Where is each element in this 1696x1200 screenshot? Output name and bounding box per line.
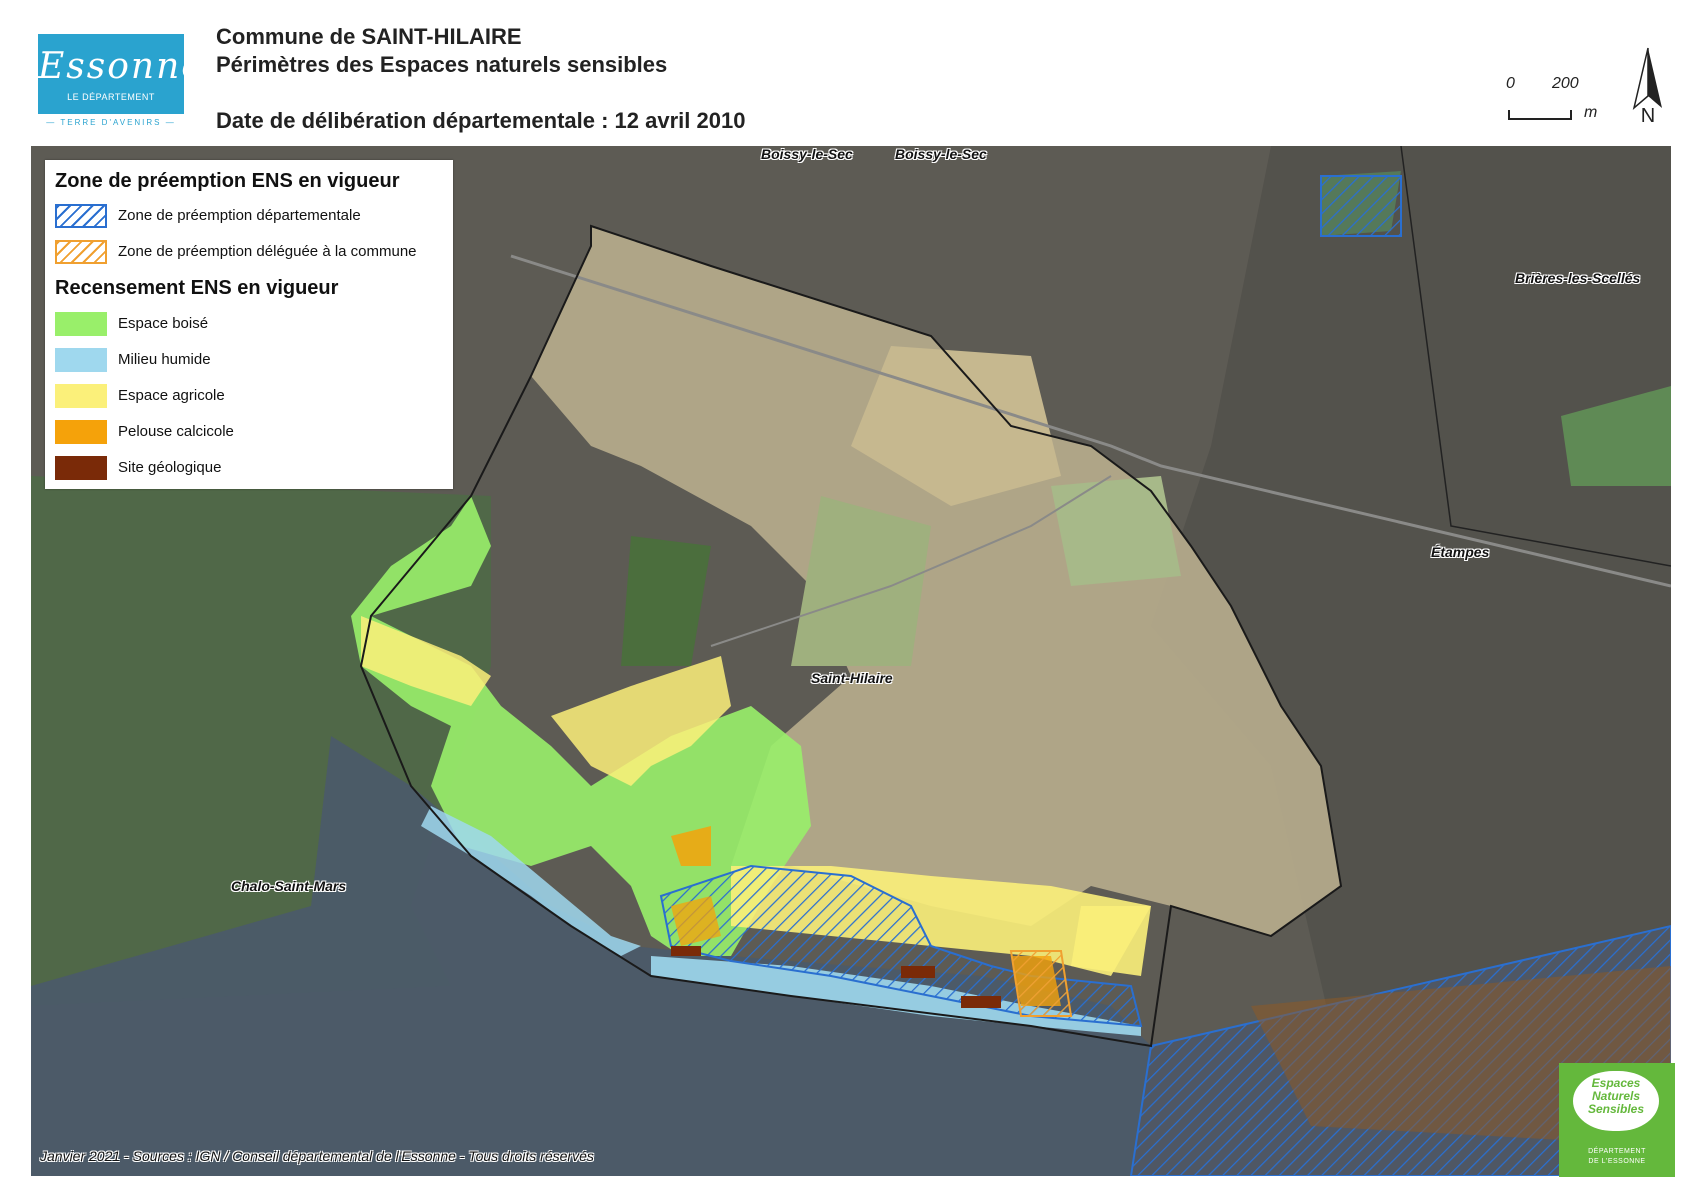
legend-label-milieu-humide: Milieu humide (118, 351, 211, 368)
scale-label-zero: 0 (1506, 75, 1515, 92)
place-boissy-le-sec-2: Boissy-le-Sec (895, 146, 987, 162)
legend-item-site-geologique: Site géologique (55, 456, 450, 482)
legend-swatch-pelouse-calcicole (55, 420, 107, 444)
legend-item-milieu-humide: Milieu humide (55, 348, 450, 374)
map-credits: Janvier 2021 - Sources : IGN / Conseil d… (40, 1148, 594, 1164)
legend-item-departmental-preemption: Zone de préemption départementale (55, 204, 450, 230)
ens-logo: Espaces Naturels Sensibles DÉPARTEMENT D… (1559, 1063, 1675, 1177)
place-brieres-les-scelles: Brières-les-Scellés (1515, 270, 1641, 286)
legend-swatch-milieu-humide (55, 348, 107, 372)
legend-item-espace-agricole: Espace agricole (55, 384, 450, 410)
legend-label-site-geologique: Site géologique (118, 459, 222, 476)
map-header: Essonne LE DÉPARTEMENT — TERRE D'AVENIRS… (0, 0, 1696, 145)
geological-site-3 (961, 996, 1001, 1008)
field-east-green (1051, 476, 1181, 586)
scale-label-200: 200 (1552, 75, 1579, 92)
map-legend: Zone de préemption ENS en vigueur Zone d… (45, 160, 453, 489)
geological-site-2 (901, 966, 935, 978)
deliberation-date: Date de délibération départementale : 12… (216, 108, 746, 133)
place-saint-hilaire: Saint-Hilaire (811, 670, 893, 686)
commune-title: Commune de SAINT-HILAIRE (216, 24, 522, 49)
legend-item-delegated-preemption: Zone de préemption déléguée à la commune (55, 240, 450, 266)
legend-swatch-espace-agricole (55, 384, 107, 408)
place-boissy-le-sec-1: Boissy-le-Sec (761, 146, 853, 162)
essonne-logo: Essonne LE DÉPARTEMENT (38, 34, 205, 114)
ens-logo-sub2: DE L'ESSONNE (1588, 1158, 1646, 1165)
north-label: N (1641, 105, 1655, 126)
ens-logo-text: Espaces Naturels Sensibles (1573, 1077, 1659, 1116)
legend-item-pelouse-calcicole: Pelouse calcicole (55, 420, 450, 446)
delegated-preemption-zone (1009, 950, 1073, 1017)
legend-swatch-site-geologique (55, 456, 107, 480)
agricultural-ens-east (1071, 906, 1151, 976)
scale-bar-line (1508, 110, 1572, 120)
legend-label-departmental: Zone de préemption départementale (118, 207, 361, 224)
legend-section1-title: Zone de préemption ENS en vigueur (55, 170, 400, 192)
legend-swatch-delegated (55, 240, 107, 264)
logo-tagline: — TERRE D'AVENIRS — (46, 118, 176, 127)
logo-subtitle: LE DÉPARTEMENT (67, 92, 155, 102)
north-arrow-icon: N (1628, 46, 1668, 127)
logo-script-text: Essonne (38, 46, 205, 87)
legend-label-espace-agricole: Espace agricole (118, 387, 225, 404)
legend-label-delegated: Zone de préemption déléguée à la commune (118, 243, 417, 260)
place-etampes: Étampes (1431, 544, 1490, 560)
north-east-preemption-zone (1320, 175, 1402, 237)
place-chalo-saint-mars: Chalo-Saint-Mars (231, 878, 347, 894)
ens-logo-line3: Sensibles (1587, 1102, 1645, 1116)
scale-unit: m (1584, 104, 1598, 121)
legend-swatch-espace-boise (55, 312, 107, 336)
legend-label-espace-boise: Espace boisé (118, 315, 209, 332)
map-subtitle: Périmètres des Espaces naturels sensible… (216, 52, 668, 77)
ens-logo-subtitle: DÉPARTEMENT DE L'ESSONNE (1559, 1147, 1675, 1167)
geological-site-1 (671, 946, 701, 956)
legend-item-espace-boise: Espace boisé (55, 312, 450, 338)
legend-section2-title: Recensement ENS en vigueur (55, 277, 339, 299)
ens-logo-sub1: DÉPARTEMENT (1588, 1148, 1646, 1155)
legend-label-pelouse-calcicole: Pelouse calcicole (118, 423, 234, 440)
scale-bar: 0 200 m (1500, 72, 1600, 132)
legend-swatch-departmental (55, 204, 107, 228)
